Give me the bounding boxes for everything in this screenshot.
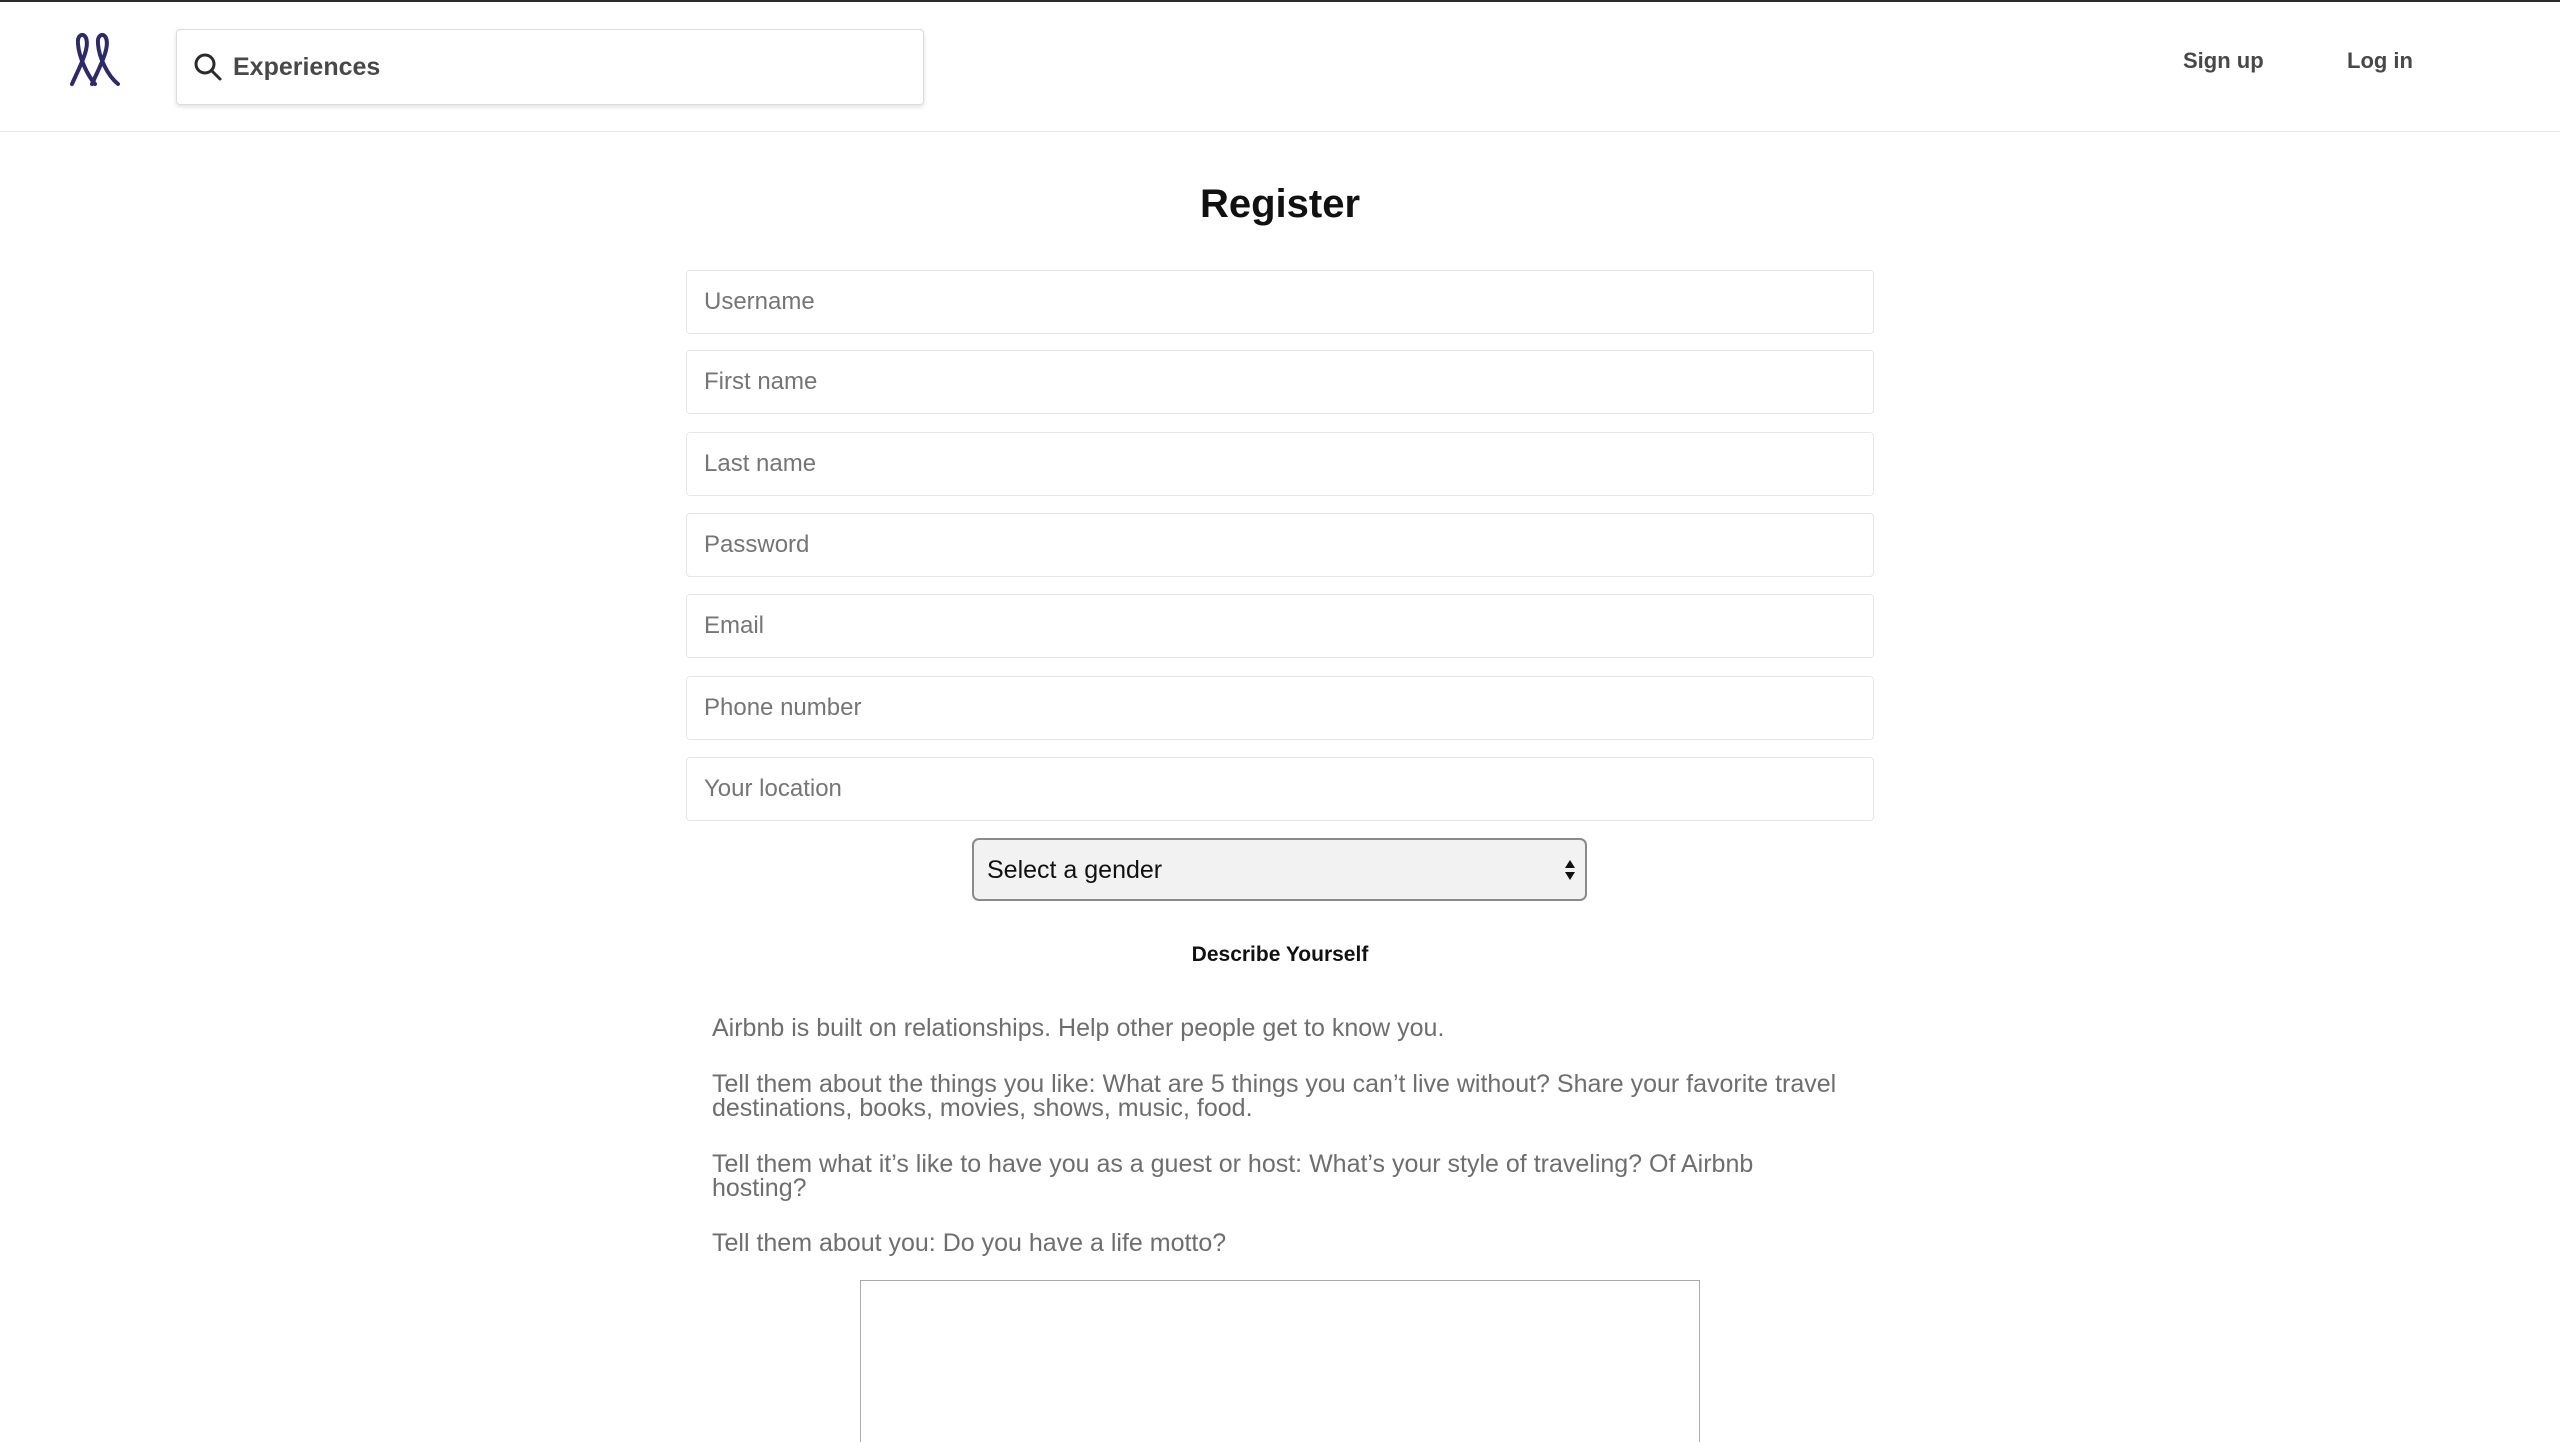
password-field[interactable] xyxy=(686,513,1874,577)
page-title: Register xyxy=(1199,182,1361,226)
describe-paragraph: Tell them what it’s like to have you as … xyxy=(712,1150,1754,1202)
gender-select-value: Select a gender xyxy=(987,856,1163,884)
gender-select[interactable]: Select a gender xyxy=(972,838,1587,901)
search-box[interactable] xyxy=(176,29,924,105)
describe-yourself-textarea[interactable] xyxy=(860,1280,1700,1442)
email-field[interactable] xyxy=(686,594,1874,658)
last-name-field[interactable] xyxy=(686,432,1874,496)
describe-yourself-heading: Describe Yourself xyxy=(1191,943,1369,966)
describe-paragraph: Tell them about the things you like: Wha… xyxy=(712,1070,1837,1122)
select-arrows-icon xyxy=(1565,860,1575,880)
search-input[interactable] xyxy=(233,40,893,94)
phone-number-field[interactable] xyxy=(686,676,1874,740)
sign-up-link[interactable]: Sign up xyxy=(2183,48,2264,74)
describe-paragraph: Airbnb is built on relationships. Help o… xyxy=(712,1014,1445,1042)
username-field[interactable] xyxy=(686,270,1874,334)
location-field[interactable] xyxy=(686,757,1874,821)
log-in-link[interactable]: Log in xyxy=(2347,48,2413,74)
top-navigation-bar: Sign up Log in xyxy=(0,2,2560,132)
describe-paragraph: Tell them about you: Do you have a life … xyxy=(712,1229,1227,1257)
airbnb-experiences-logo[interactable] xyxy=(66,32,126,88)
first-name-field[interactable] xyxy=(686,350,1874,414)
page: Sign up Log in Register Select a gender … xyxy=(0,0,2560,1442)
search-icon xyxy=(194,53,222,81)
